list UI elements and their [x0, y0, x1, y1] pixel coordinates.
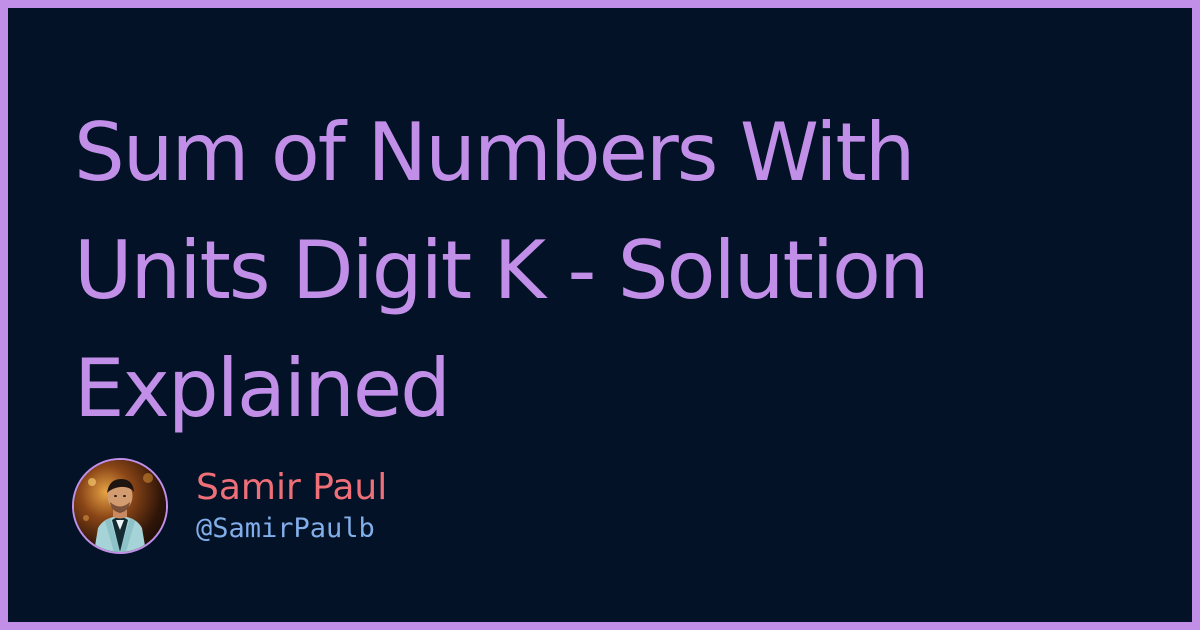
title-line-1: Sum of Numbers With [74, 106, 915, 199]
author-text: Samir Paul @SamirPaulb [196, 466, 387, 546]
page-title: Sum of Numbers With Units Digit K - Solu… [74, 94, 1114, 448]
title-line-2: Units Digit K - Solution [74, 224, 930, 317]
author-handle: @SamirPaulb [196, 513, 375, 544]
title-line-3: Explained [74, 342, 451, 435]
author-name: Samir Paul [196, 467, 388, 508]
og-card: Sum of Numbers With Units Digit K - Solu… [8, 8, 1192, 622]
avatar [72, 458, 168, 554]
author-block: Samir Paul @SamirPaulb [72, 458, 387, 554]
person-photo-icon [74, 460, 166, 552]
